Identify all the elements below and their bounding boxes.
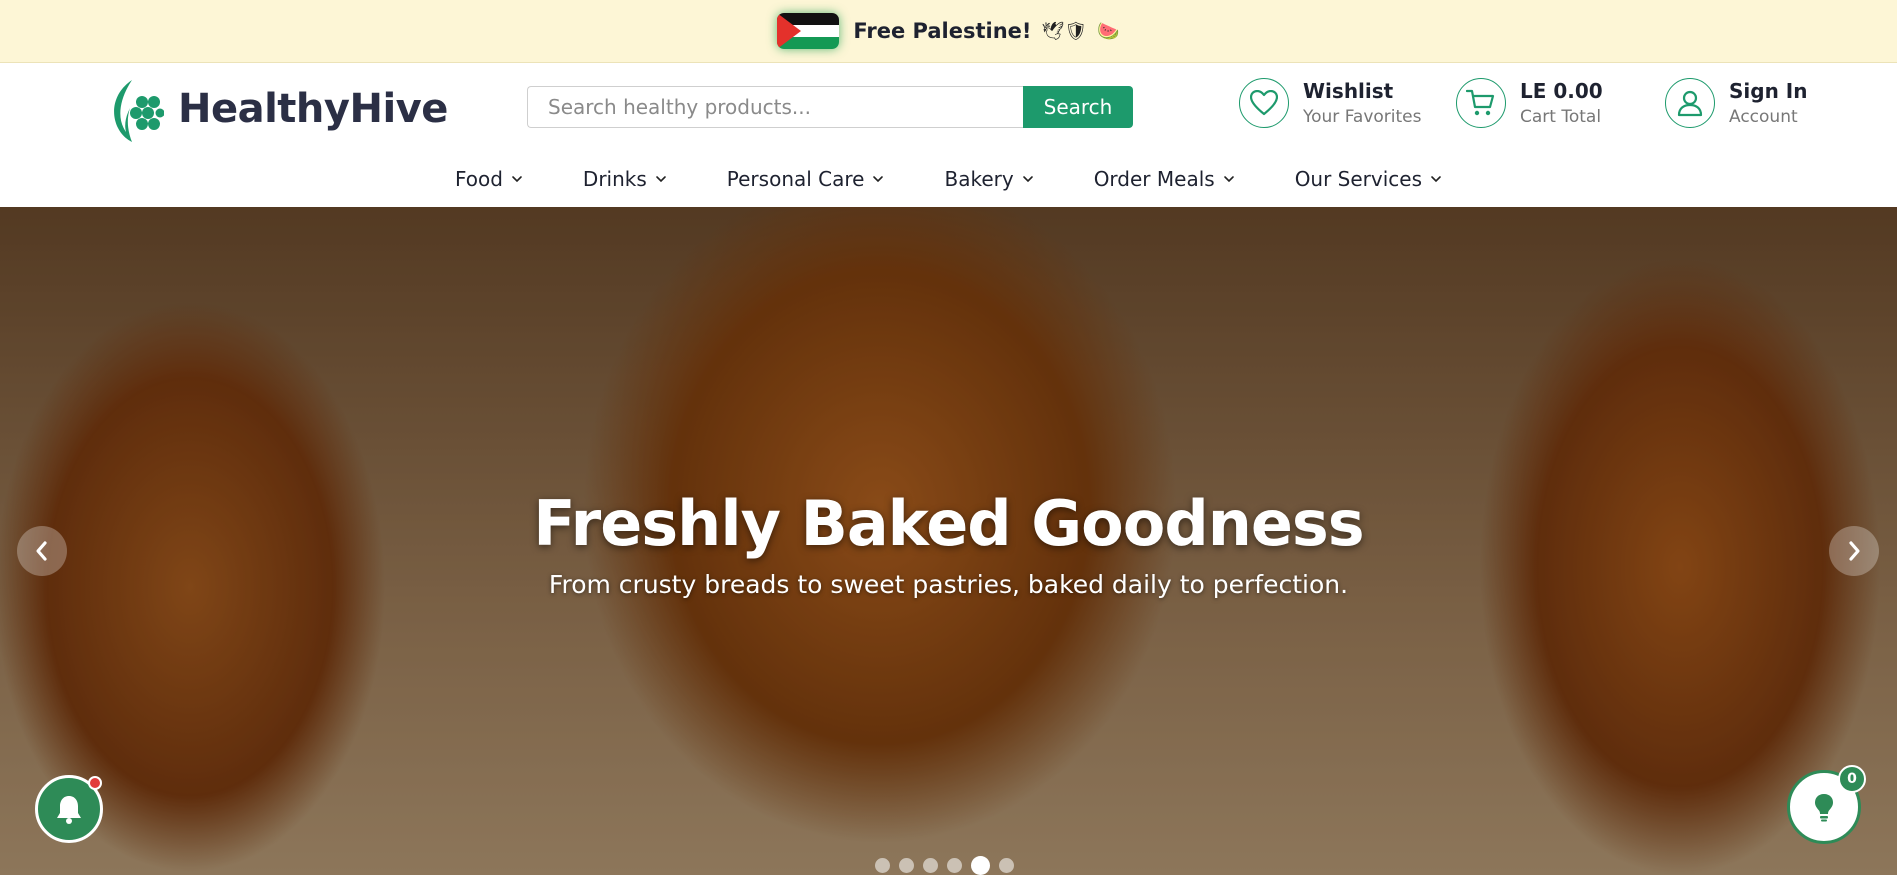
nav-item-label: Order Meals [1093,166,1215,191]
carousel-dot[interactable] [999,858,1014,873]
chevron-down-icon [1022,175,1033,182]
cart-link[interactable]: LE 0.00 Cart Total [1456,78,1603,128]
notification-dot [88,776,102,790]
nav-item-food[interactable]: Food [455,167,523,191]
nav-item-label: Personal Care [726,166,865,191]
search-bar: Search [527,86,1133,128]
carousel-dot[interactable] [947,858,962,873]
search-input[interactable] [527,86,1023,128]
nav-item-label: Food [454,166,503,191]
chevron-down-icon [873,175,884,182]
search-button[interactable]: Search [1023,86,1133,128]
notifications-button[interactable] [35,775,103,843]
chevron-down-icon [1431,175,1441,182]
announcement-text: Free Palestine! [853,19,1032,43]
nav-item-our-services[interactable]: Our Services [1295,167,1442,191]
cart-total: LE 0.00 [1520,79,1603,103]
nav-item-order-meals[interactable]: Order Meals [1094,167,1235,191]
chevron-down-icon [655,175,666,182]
heart-icon [1239,78,1289,128]
wishlist-link[interactable]: Wishlist Your Favorites [1239,78,1422,128]
chevron-down-icon [1223,175,1234,182]
carousel-next-button[interactable] [1829,526,1879,576]
chevron-down-icon [512,175,522,182]
watermelon-icon: 🍉 [1097,20,1120,42]
hero-subtitle: From crusty breads to sweet pastries, ba… [548,570,1349,599]
lightbulb-icon [1815,794,1833,822]
hero-title: Freshly Baked Goodness [533,487,1364,560]
carousel-dot[interactable] [971,856,990,875]
carousel-dot[interactable] [923,858,938,873]
wishlist-title: Wishlist [1303,79,1394,103]
palestine-flag-icon [777,13,840,49]
account-subtitle: Account [1729,107,1798,127]
carousel-dot[interactable] [899,858,914,873]
brand-name: HealthyHive [178,86,448,132]
main-nav: Food Drinks Personal Care Bakery Order M… [0,150,1897,207]
bell-icon [57,796,81,824]
sign-in-title: Sign In [1729,79,1808,103]
site-header: HealthyHive Search Wishlist Your Favorit… [0,62,1897,150]
logo[interactable]: HealthyHive [108,76,448,142]
nav-item-bakery[interactable]: Bakery [944,167,1033,191]
carousel-prev-button[interactable] [17,526,67,576]
dove-shield-emoji: 🕊🛡 [1041,20,1088,42]
tips-count-badge: 0 [1838,765,1866,793]
announcement-bar: Free Palestine! 🕊🛡 🍉 [0,0,1897,63]
wishlist-subtitle: Your Favorites [1303,107,1422,127]
leaf-hive-icon [114,80,164,142]
hero-carousel: Freshly Baked Goodness From crusty bread… [0,207,1897,875]
chevron-right-icon [1849,541,1860,561]
chevron-left-icon [36,541,47,561]
carousel-indicators [875,856,1014,875]
nav-item-personal-care[interactable]: Personal Care [727,167,885,191]
nav-item-label: Drinks [582,166,647,191]
tips-button[interactable]: 0 [1787,765,1866,844]
nav-item-label: Our Services [1294,166,1423,191]
cart-icon [1456,78,1506,128]
sign-in-link[interactable]: Sign In Account [1665,78,1807,128]
cart-subtitle: Cart Total [1520,107,1602,127]
nav-item-drinks[interactable]: Drinks [583,167,667,191]
user-icon [1665,78,1715,128]
carousel-dot[interactable] [875,858,890,873]
nav-item-label: Bakery [944,166,1014,191]
